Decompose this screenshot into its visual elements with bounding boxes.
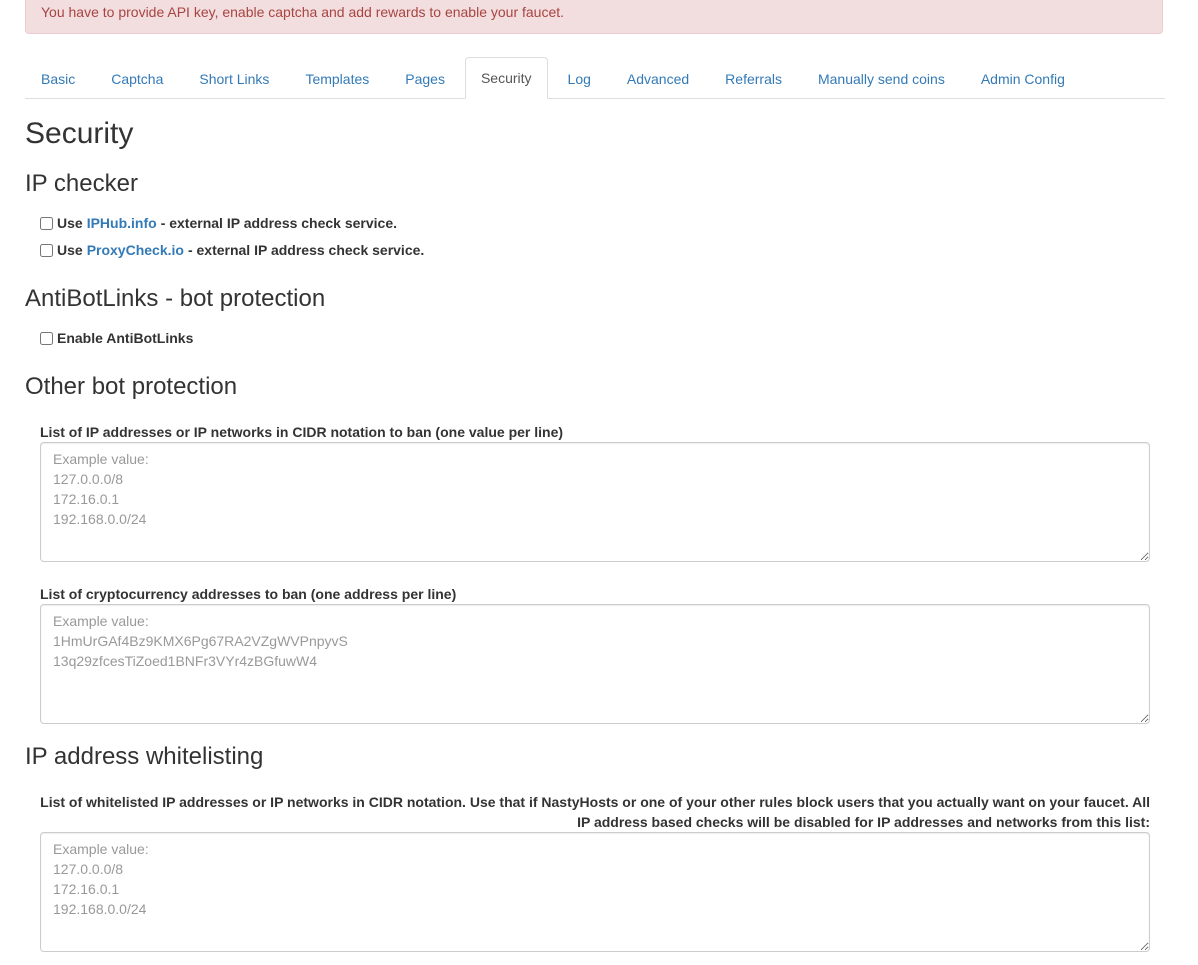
iphub-prefix: Use	[57, 215, 83, 231]
tab-referrals[interactable]: Referrals	[709, 58, 798, 99]
proxycheck-option: Use ProxyCheck.io - external IP address …	[40, 242, 424, 258]
proxycheck-prefix: Use	[57, 242, 83, 258]
antibot-label: Enable AntiBotLinks	[57, 330, 194, 346]
tab-templates[interactable]: Templates	[289, 58, 385, 99]
tab-admin-config[interactable]: Admin Config	[965, 58, 1081, 99]
other-bot-heading: Other bot protection	[25, 373, 238, 400]
crypto-ban-textarea[interactable]	[40, 604, 1150, 724]
whitelist-heading: IP address whitelisting	[25, 743, 264, 770]
warning-alert-text: You have to provide API key, enable capt…	[41, 4, 565, 20]
tab-basic[interactable]: Basic	[25, 58, 91, 99]
whitelist-textarea[interactable]	[40, 832, 1150, 952]
proxycheck-suffix: - external IP address check service.	[187, 242, 425, 258]
page-title: Security	[25, 117, 134, 150]
tab-security[interactable]: Security	[464, 57, 548, 99]
iphub-checkbox[interactable]	[40, 216, 53, 230]
antibot-checkbox[interactable]	[40, 331, 53, 345]
tab-advanced[interactable]: Advanced	[611, 58, 705, 99]
iphub-option: Use IPHub.info - external IP address che…	[40, 215, 397, 231]
iphub-suffix: - external IP address check service.	[160, 215, 398, 231]
proxycheck-checkbox[interactable]	[40, 243, 53, 257]
tab-log[interactable]: Log	[552, 58, 607, 99]
whitelist-label: List of whitelisted IP addresses or IP n…	[40, 794, 1150, 830]
ip-checker-heading: IP checker	[25, 170, 138, 197]
ip-ban-label: List of IP addresses or IP networks in C…	[40, 424, 564, 440]
tab-pages[interactable]: Pages	[389, 58, 461, 99]
antibot-heading: AntiBotLinks - bot protection	[25, 285, 326, 312]
settings-tabs: Basic Captcha Short Links Templates Page…	[25, 57, 1165, 99]
tab-captcha[interactable]: Captcha	[95, 58, 179, 99]
warning-alert: You have to provide API key, enable capt…	[25, 0, 1163, 34]
ip-ban-textarea[interactable]	[40, 442, 1150, 562]
proxycheck-link[interactable]: ProxyCheck.io	[87, 242, 184, 258]
tab-short-links[interactable]: Short Links	[183, 58, 285, 99]
iphub-link[interactable]: IPHub.info	[87, 215, 157, 231]
crypto-ban-label: List of cryptocurrency addresses to ban …	[40, 586, 457, 602]
antibot-option: Enable AntiBotLinks	[40, 330, 193, 346]
tab-manually-send-coins[interactable]: Manually send coins	[802, 58, 961, 99]
